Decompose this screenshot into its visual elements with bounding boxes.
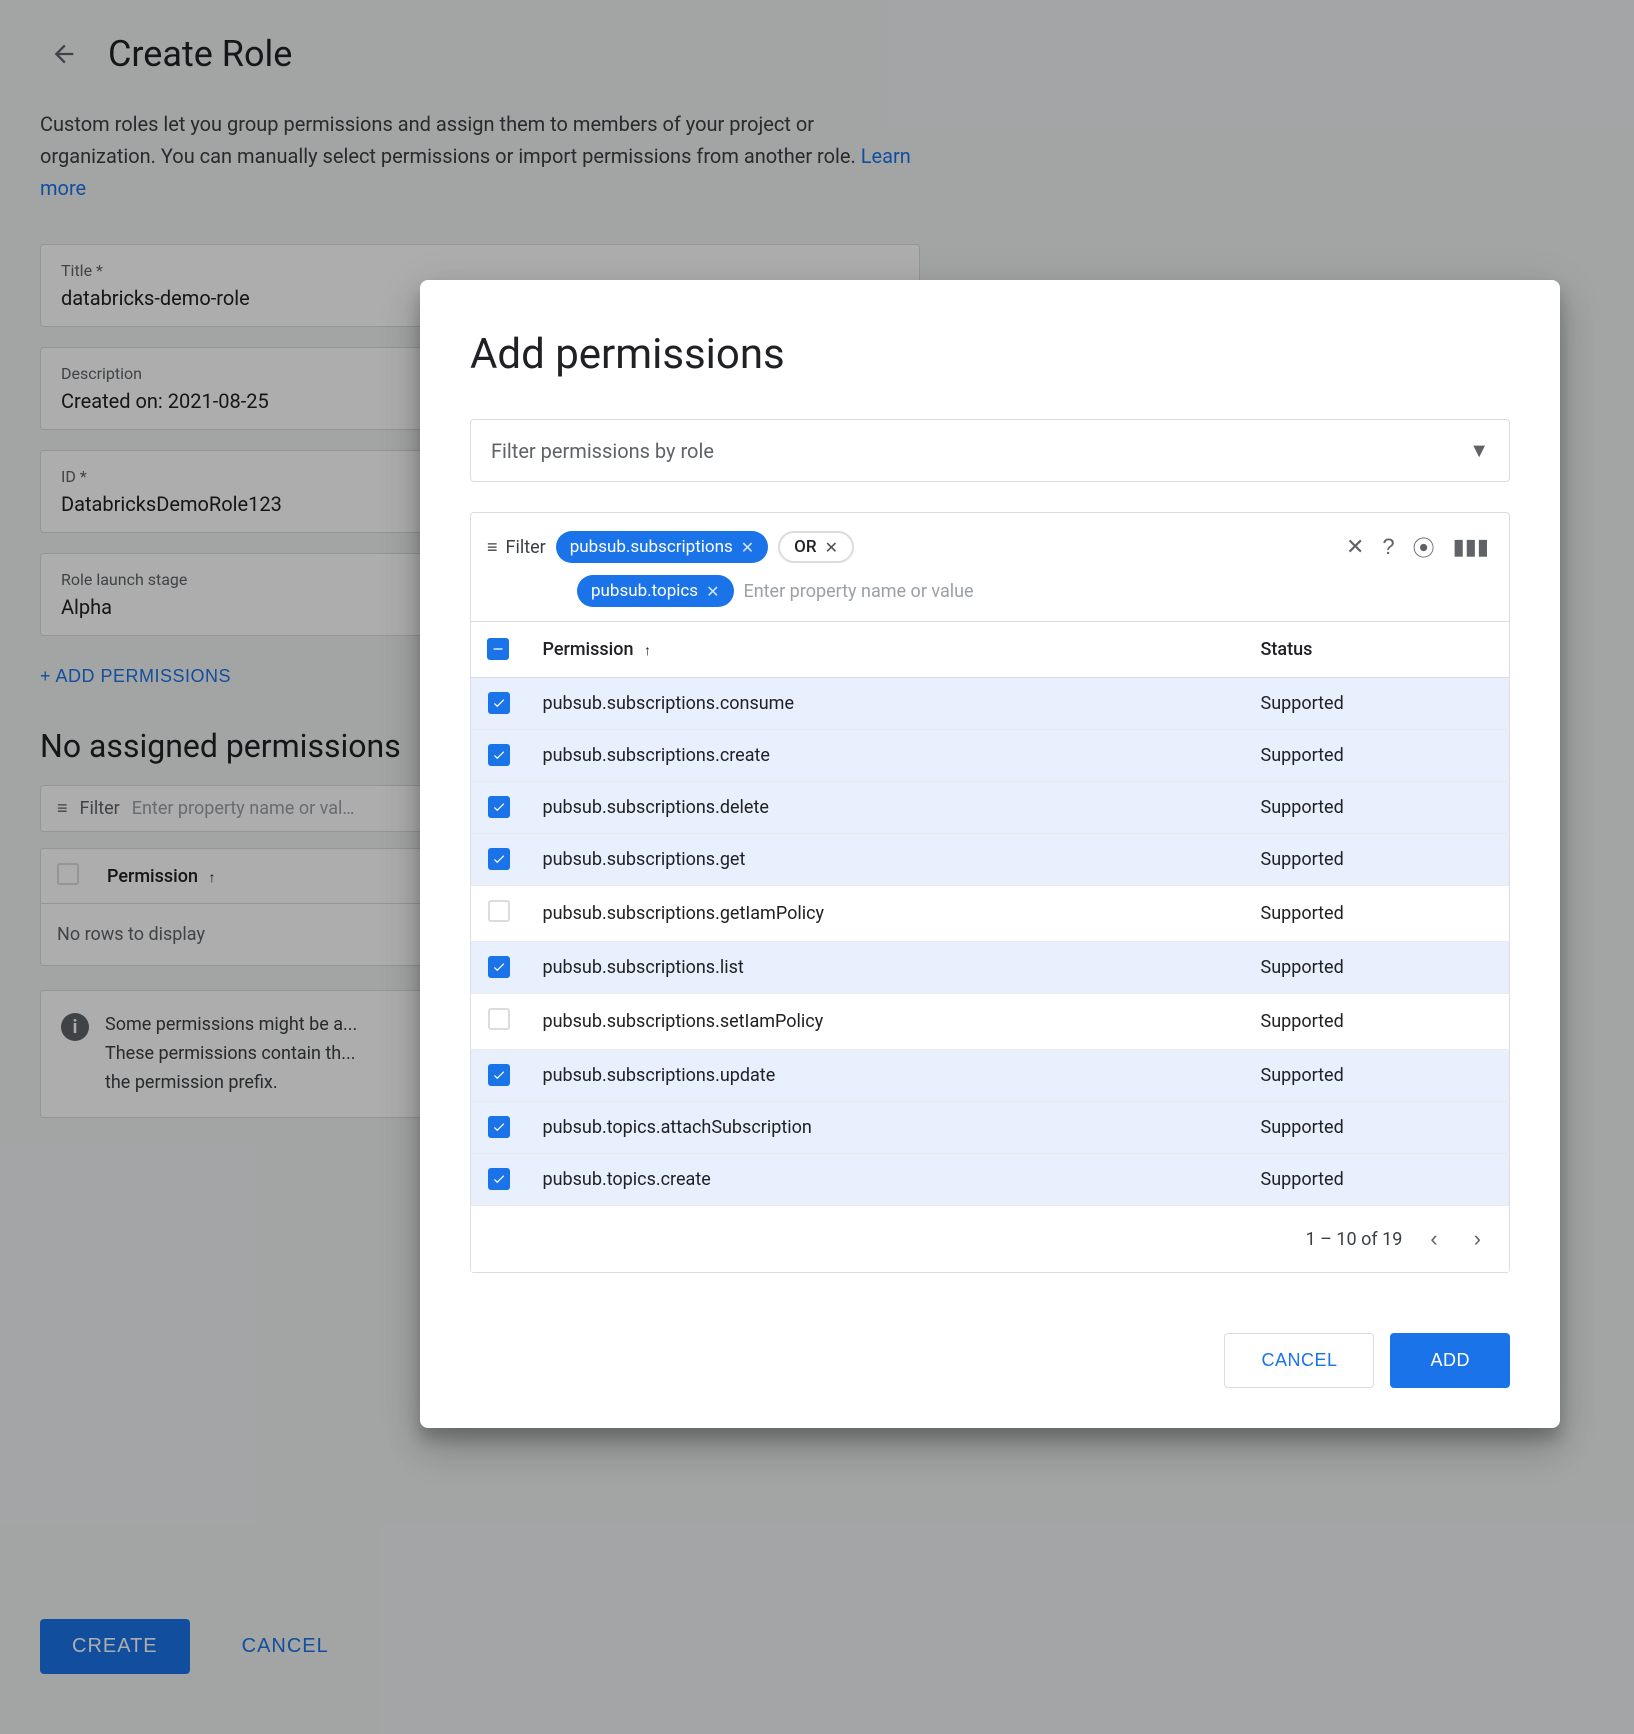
status-cell: Supported bbox=[1245, 730, 1510, 782]
status-cell: Supported bbox=[1245, 834, 1510, 886]
chip-subscriptions-close[interactable]: ✕ bbox=[741, 538, 754, 557]
dialog-title: Add permissions bbox=[470, 330, 1510, 379]
dialog-footer: CANCEL ADD bbox=[470, 1313, 1510, 1388]
role-filter-dropdown[interactable]: Filter permissions by role ▼ bbox=[470, 419, 1510, 482]
permission-cell: pubsub.subscriptions.create bbox=[527, 730, 1245, 782]
dropdown-arrow-icon: ▼ bbox=[1469, 438, 1489, 463]
table-row: pubsub.subscriptions.setIamPolicySupport… bbox=[471, 994, 1510, 1050]
table-row: pubsub.subscriptions.updateSupported bbox=[471, 1050, 1510, 1102]
table-row: pubsub.subscriptions.consumeSupported bbox=[471, 678, 1510, 730]
row-checkbox[interactable] bbox=[488, 1168, 510, 1190]
filter-chips-bar: ≡ Filter pubsub.subscriptions ✕ OR ✕ ✕ ?… bbox=[470, 512, 1510, 622]
next-page-button[interactable]: › bbox=[1466, 1222, 1489, 1256]
permission-cell: pubsub.subscriptions.consume bbox=[527, 678, 1245, 730]
chip-topics-close[interactable]: ✕ bbox=[706, 582, 719, 601]
status-cell: Supported bbox=[1245, 1102, 1510, 1154]
chip-or: OR ✕ bbox=[778, 531, 854, 563]
table-row: pubsub.topics.attachSubscriptionSupporte… bbox=[471, 1102, 1510, 1154]
pagination-info: 1 – 10 of 19 bbox=[1306, 1229, 1403, 1250]
row-checkbox[interactable] bbox=[488, 956, 510, 978]
permissions-table-wrapper: Permission ↑ Status pubsub.subscriptions… bbox=[470, 622, 1510, 1273]
row-checkbox-cell[interactable] bbox=[471, 834, 527, 886]
row-checkbox-cell[interactable] bbox=[471, 994, 527, 1050]
row-checkbox-cell[interactable] bbox=[471, 886, 527, 942]
permission-cell: pubsub.subscriptions.update bbox=[527, 1050, 1245, 1102]
permissions-table: Permission ↑ Status pubsub.subscriptions… bbox=[470, 622, 1510, 1206]
status-cell: Supported bbox=[1245, 994, 1510, 1050]
status-cell: Supported bbox=[1245, 678, 1510, 730]
table-row: pubsub.subscriptions.getSupported bbox=[471, 834, 1510, 886]
permission-cell: pubsub.topics.attachSubscription bbox=[527, 1102, 1245, 1154]
row-checkbox-cell[interactable] bbox=[471, 1102, 527, 1154]
row-checkbox[interactable] bbox=[488, 848, 510, 870]
permission-column-header: Permission ↑ bbox=[527, 622, 1245, 678]
row-checkbox[interactable] bbox=[488, 900, 510, 922]
permission-cell: pubsub.subscriptions.list bbox=[527, 942, 1245, 994]
row-checkbox[interactable] bbox=[488, 744, 510, 766]
table-row: pubsub.subscriptions.getIamPolicySupport… bbox=[471, 886, 1510, 942]
row-checkbox-cell[interactable] bbox=[471, 782, 527, 834]
row-checkbox[interactable] bbox=[488, 692, 510, 714]
status-column-header: Status bbox=[1245, 622, 1510, 678]
permission-cell: pubsub.topics.create bbox=[527, 1154, 1245, 1206]
table-row: pubsub.subscriptions.listSupported bbox=[471, 942, 1510, 994]
status-cell: Supported bbox=[1245, 782, 1510, 834]
row-checkbox-cell[interactable] bbox=[471, 942, 527, 994]
row-checkbox-cell[interactable] bbox=[471, 1154, 527, 1206]
chip-or-close[interactable]: ✕ bbox=[825, 538, 838, 557]
status-cell: Supported bbox=[1245, 942, 1510, 994]
table-row: pubsub.subscriptions.createSupported bbox=[471, 730, 1510, 782]
prev-page-button[interactable]: ‹ bbox=[1422, 1222, 1445, 1256]
row-checkbox[interactable] bbox=[488, 1064, 510, 1086]
chip-topics: pubsub.topics ✕ bbox=[577, 575, 734, 607]
table-row: pubsub.topics.createSupported bbox=[471, 1154, 1510, 1206]
clear-filter-button[interactable]: ✕ bbox=[1342, 530, 1368, 564]
permission-cell: pubsub.subscriptions.delete bbox=[527, 782, 1245, 834]
row-checkbox-cell[interactable] bbox=[471, 678, 527, 730]
cancel-dialog-button[interactable]: CANCEL bbox=[1224, 1333, 1374, 1388]
role-filter-placeholder: Filter permissions by role bbox=[491, 439, 714, 463]
row-checkbox[interactable] bbox=[488, 1008, 510, 1030]
table-row: pubsub.subscriptions.deleteSupported bbox=[471, 782, 1510, 834]
permission-cell: pubsub.subscriptions.getIamPolicy bbox=[527, 886, 1245, 942]
more-options-button[interactable]: ▮▮▮ bbox=[1449, 530, 1493, 564]
filter-lines-icon: ≡ bbox=[487, 537, 498, 558]
property-input-placeholder[interactable]: Enter property name or value bbox=[744, 581, 974, 602]
permission-sort-icon[interactable]: ↑ bbox=[644, 642, 651, 659]
select-all-header[interactable] bbox=[471, 622, 527, 678]
chip-subscriptions: pubsub.subscriptions ✕ bbox=[556, 531, 768, 563]
select-all-checkbox[interactable] bbox=[487, 638, 509, 660]
filter-label: ≡ Filter bbox=[487, 537, 546, 558]
add-permissions-dialog: Add permissions Filter permissions by ro… bbox=[420, 280, 1560, 1428]
row-checkbox-cell[interactable] bbox=[471, 1050, 527, 1102]
permission-cell: pubsub.subscriptions.get bbox=[527, 834, 1245, 886]
status-cell: Supported bbox=[1245, 1050, 1510, 1102]
status-cell: Supported bbox=[1245, 886, 1510, 942]
permission-cell: pubsub.subscriptions.setIamPolicy bbox=[527, 994, 1245, 1050]
columns-button[interactable]: ⦿ bbox=[1409, 527, 1439, 567]
help-button[interactable]: ? bbox=[1378, 530, 1398, 564]
pagination-bar: 1 – 10 of 19 ‹ › bbox=[470, 1206, 1510, 1273]
row-checkbox[interactable] bbox=[488, 1116, 510, 1138]
add-dialog-button[interactable]: ADD bbox=[1390, 1333, 1510, 1388]
row-checkbox-cell[interactable] bbox=[471, 730, 527, 782]
row-checkbox[interactable] bbox=[488, 796, 510, 818]
status-cell: Supported bbox=[1245, 1154, 1510, 1206]
